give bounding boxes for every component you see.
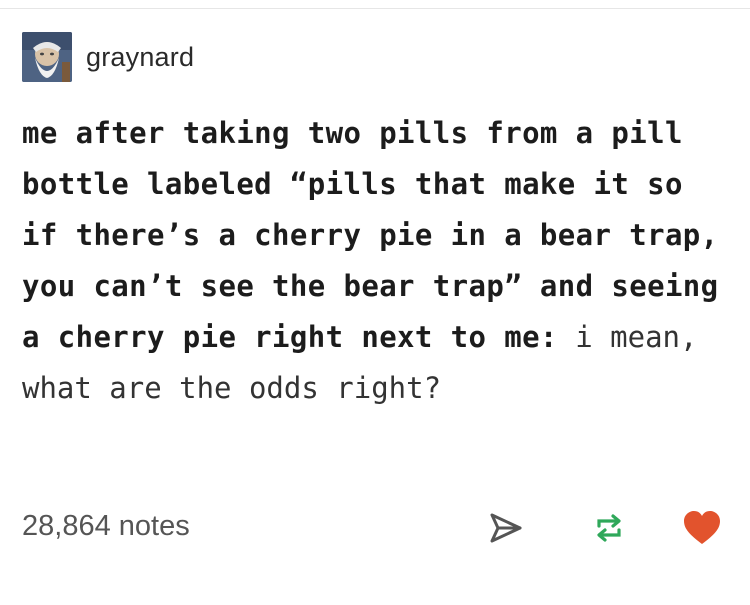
reblog-button[interactable]: [589, 508, 629, 548]
notes-count[interactable]: 28,864 notes: [22, 510, 190, 543]
post-header: graynard: [22, 32, 194, 82]
avatar[interactable]: [22, 32, 72, 82]
like-button[interactable]: [682, 508, 722, 548]
username[interactable]: graynard: [86, 42, 194, 73]
post-footer: 28,864 notes: [22, 500, 732, 550]
heart-icon: [684, 511, 720, 544]
reblog-icon: [597, 514, 621, 542]
post-body-bold: me after taking two pills from a pill bo…: [22, 116, 737, 354]
share-button[interactable]: [486, 508, 526, 548]
post-body: me after taking two pills from a pill bo…: [22, 108, 722, 414]
tumblr-post: graynard me after taking two pills from …: [0, 0, 750, 605]
share-icon: [490, 513, 522, 543]
avatar-wizard-icon: [22, 32, 72, 82]
